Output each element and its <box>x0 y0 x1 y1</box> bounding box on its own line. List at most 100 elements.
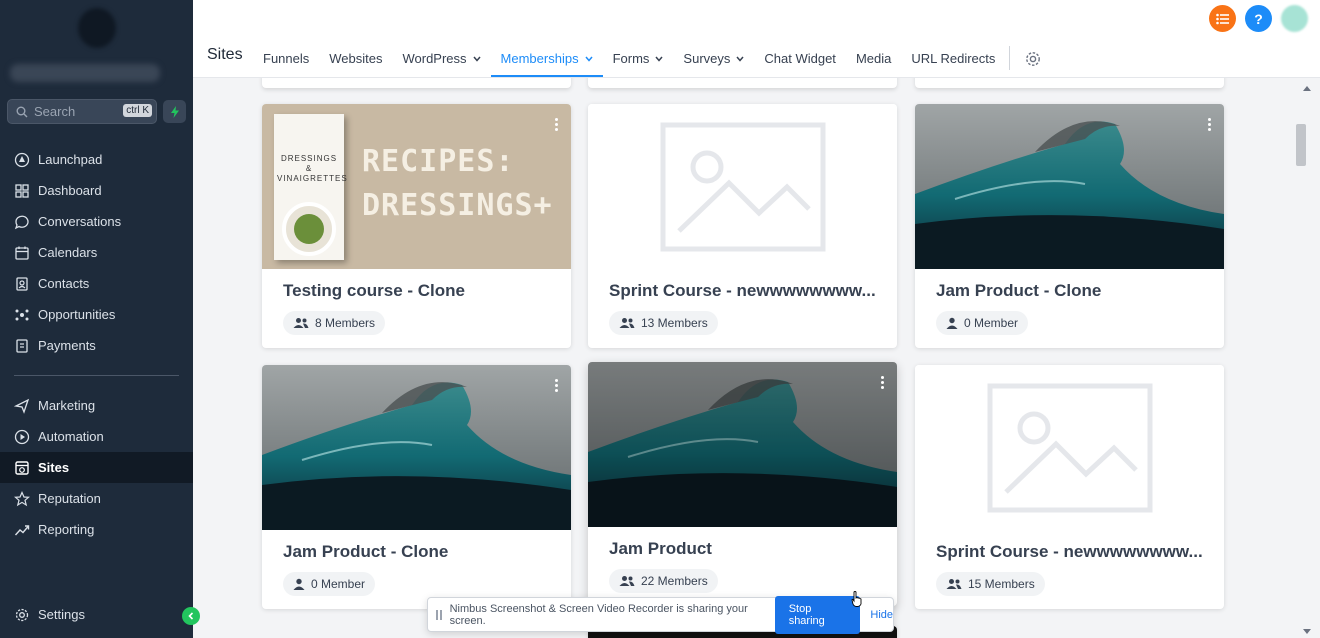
tab-url-redirects[interactable]: URL Redirects <box>901 40 1005 77</box>
sidebar-item-payments[interactable]: Payments <box>0 330 193 361</box>
avatar[interactable] <box>1281 5 1308 32</box>
chart-icon <box>14 524 30 535</box>
tab-memberships[interactable]: Memberships <box>490 40 603 77</box>
sidebar-item-sites[interactable]: Sites <box>0 452 193 483</box>
sidebar-item-label: Reputation <box>38 491 101 506</box>
course-thumbnail <box>588 104 897 269</box>
members-badge: 13 Members <box>609 311 718 335</box>
help-button[interactable]: ? <box>1245 5 1272 32</box>
course-card[interactable]: Jam Product 22 Members <box>588 362 897 606</box>
search-placeholder: Search <box>34 104 76 119</box>
sidebar-item-settings[interactable]: Settings <box>0 599 193 630</box>
dashboard-icon <box>15 183 29 198</box>
hide-banner-link[interactable]: Hide <box>870 609 893 621</box>
stop-sharing-button[interactable]: Stop sharing <box>774 595 861 634</box>
wave-image <box>588 362 897 527</box>
sidebar-item-label: Settings <box>38 607 85 622</box>
book-title: DRESSINGS & VINAIGRETTES <box>277 154 348 183</box>
share-message: Nimbus Screenshot & Screen Video Recorde… <box>449 602 748 627</box>
search-input[interactable]: Search ctrl K <box>7 99 157 124</box>
payments-icon <box>16 338 28 353</box>
top-bar: ? Sites Funnels Websites WordPress Membe… <box>193 0 1320 78</box>
more-options-button[interactable] <box>881 376 885 391</box>
sites-settings-button[interactable] <box>1018 40 1048 77</box>
sidebar-item-label: Launchpad <box>38 152 103 167</box>
lightning-icon <box>170 105 179 118</box>
course-title[interactable]: Jam Product - Clone <box>936 281 1206 301</box>
course-title[interactable]: Jam Product - Clone <box>283 542 553 562</box>
course-card[interactable]: Sprint Course - newwwwwwww... 13 Members <box>588 104 897 348</box>
course-card[interactable]: Sprint Course - newwwwwwww... 15 Members <box>915 365 1224 609</box>
more-options-button[interactable] <box>1208 118 1212 133</box>
sidebar-item-conversations[interactable]: Conversations <box>0 206 193 237</box>
sidebar-item-dashboard[interactable]: Dashboard <box>0 175 193 206</box>
sidebar-item-reporting[interactable]: Reporting <box>0 514 193 545</box>
more-options-button[interactable] <box>555 379 559 394</box>
members-count: 13 Members <box>641 316 708 330</box>
card-partial[interactable] <box>588 78 897 88</box>
chevron-down-icon <box>472 56 481 62</box>
tab-media[interactable]: Media <box>846 40 901 77</box>
card-partial[interactable] <box>915 78 1224 88</box>
tab-forms[interactable]: Forms <box>603 40 674 77</box>
course-card[interactable]: Jam Product - Clone 0 Member <box>915 104 1224 348</box>
course-thumbnail <box>262 365 571 530</box>
top-icons: ? <box>1209 5 1308 32</box>
course-card[interactable]: DRESSINGS & VINAIGRETTES RECIPES: DRESSI… <box>262 104 571 348</box>
sidebar-item-marketing[interactable]: Marketing <box>0 390 193 421</box>
sidebar-item-opportunities[interactable]: Opportunities <box>0 299 193 330</box>
tab-label: Media <box>855 51 892 66</box>
card-partial[interactable] <box>262 78 571 88</box>
scrollbar-thumb[interactable] <box>1296 124 1306 166</box>
collapse-sidebar-button[interactable] <box>182 607 200 625</box>
drag-handle-icon[interactable] <box>436 609 442 620</box>
company-logo[interactable] <box>78 8 116 48</box>
tab-label: WordPress <box>402 51 467 66</box>
course-card[interactable]: Jam Product - Clone 0 Member <box>262 365 571 609</box>
tab-surveys[interactable]: Surveys <box>673 40 754 77</box>
sidebar-item-launchpad[interactable]: Launchpad <box>0 144 193 175</box>
sidebar-item-label: Automation <box>38 429 104 444</box>
more-options-button[interactable] <box>555 118 559 133</box>
quick-action-button[interactable] <box>163 100 186 123</box>
course-thumbnail: DRESSINGS & VINAIGRETTES RECIPES: DRESSI… <box>262 104 571 269</box>
scroll-up-arrow[interactable] <box>1303 86 1311 91</box>
sidebar-item-label: Sites <box>38 460 70 475</box>
task-list-button[interactable] <box>1209 5 1236 32</box>
members-count: 8 Members <box>315 316 376 330</box>
tab-wordpress[interactable]: WordPress <box>392 40 490 77</box>
memberships-grid: DRESSINGS & VINAIGRETTES RECIPES: DRESSI… <box>193 78 1295 638</box>
tab-chat-widget[interactable]: Chat Widget <box>754 40 846 77</box>
members-badge: 0 Member <box>936 311 1029 335</box>
account-switcher[interactable] <box>10 64 160 82</box>
tab-label: Funnels <box>263 51 310 66</box>
tab-label: URL Redirects <box>911 51 996 66</box>
members-count: 22 Members <box>641 574 708 588</box>
recipe-headline-line1: RECIPES: <box>362 144 515 179</box>
members-badge: 22 Members <box>609 569 718 593</box>
course-title[interactable]: Testing course - Clone <box>283 281 553 301</box>
tab-funnels[interactable]: Funnels <box>253 40 319 77</box>
automation-icon <box>14 429 30 444</box>
tab-label: Forms <box>612 51 650 66</box>
sidebar-item-automation[interactable]: Automation <box>0 421 193 452</box>
course-title[interactable]: Sprint Course - newwwwwwww... <box>936 542 1206 562</box>
sidebar-nav-secondary: Marketing Automation Sites Reputation Re… <box>0 390 193 545</box>
chevron-down-icon <box>736 56 744 62</box>
sidebar-item-label: Payments <box>38 338 96 353</box>
sidebar-nav-primary: Launchpad Dashboard Conversations Calend… <box>0 144 193 361</box>
scroll-down-arrow[interactable] <box>1303 629 1311 634</box>
recipe-headline: RECIPES: DRESSINGS+ <box>362 140 553 228</box>
sidebar-item-label: Marketing <box>38 398 96 413</box>
chevron-down-icon <box>585 56 593 62</box>
sidebar-item-calendars[interactable]: Calendars <box>0 237 193 268</box>
sidebar-divider <box>14 375 179 376</box>
tab-websites[interactable]: Websites <box>319 40 392 77</box>
course-title[interactable]: Sprint Course - newwwwwwww... <box>609 281 879 301</box>
members-badge: 0 Member <box>283 572 376 596</box>
sidebar-item-contacts[interactable]: Contacts <box>0 268 193 299</box>
scrollbar[interactable] <box>1295 78 1320 638</box>
course-title[interactable]: Jam Product <box>609 539 879 559</box>
search-icon <box>16 106 28 117</box>
sidebar-item-reputation[interactable]: Reputation <box>0 483 193 514</box>
